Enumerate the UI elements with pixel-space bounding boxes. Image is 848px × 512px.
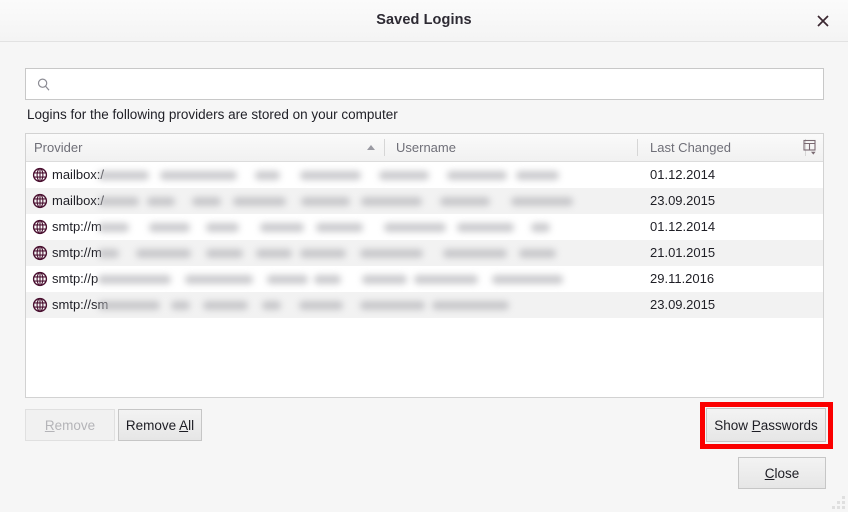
remove-all-button-label: Remove All	[125, 417, 195, 433]
search-input[interactable]	[57, 69, 817, 99]
cell-provider: smtp://p	[52, 271, 99, 286]
remove-button[interactable]: Remove	[25, 409, 115, 441]
cell-provider: smtp://m	[52, 219, 102, 234]
column-header-username[interactable]: Username	[396, 140, 456, 155]
redacted-overlay	[98, 293, 588, 317]
search-icon	[36, 77, 52, 93]
globe-icon	[32, 271, 48, 287]
globe-icon	[32, 297, 48, 313]
saved-logins-dialog: Saved Logins Logins for the following pr…	[0, 0, 848, 512]
logins-list: Provider Username Last Changed mailbox:/…	[25, 133, 824, 398]
table-row[interactable]: mailbox:/ 01.12.2014	[26, 162, 823, 188]
column-header-provider[interactable]: Provider	[34, 140, 82, 155]
table-row[interactable]: smtp://m 21.01.2015	[26, 240, 823, 266]
globe-icon	[32, 167, 48, 183]
redacted-overlay	[98, 189, 588, 213]
table-row[interactable]: smtp://sm 23.09.2015	[26, 292, 823, 318]
redacted-overlay	[98, 215, 588, 239]
cell-last-changed: 01.12.2014	[650, 167, 716, 182]
table-row[interactable]: smtp://p 29.11.2016	[26, 266, 823, 292]
column-header-last-changed[interactable]: Last Changed	[650, 140, 731, 155]
table-body: mailbox:/01.12.2014 mailbox:/23.09.2015 sm…	[26, 162, 823, 397]
cell-last-changed: 23.09.2015	[650, 297, 716, 312]
close-button[interactable]: Close	[738, 457, 826, 489]
cell-last-changed: 01.12.2014	[650, 219, 716, 234]
redacted-overlay	[98, 163, 588, 187]
cell-last-changed: 29.11.2016	[650, 271, 715, 286]
cell-provider: mailbox:/	[52, 193, 105, 208]
resize-grip[interactable]	[831, 495, 845, 509]
column-chooser-icon[interactable]	[802, 139, 818, 156]
globe-icon	[32, 219, 48, 235]
cell-last-changed: 23.09.2015	[650, 193, 716, 208]
title-bar: Saved Logins	[0, 0, 848, 42]
column-divider[interactable]	[384, 139, 385, 156]
globe-icon	[32, 245, 48, 261]
sort-ascending-triangle-icon	[367, 145, 375, 150]
show-passwords-button[interactable]: Show Passwords	[706, 408, 826, 442]
page-title: Saved Logins	[376, 12, 472, 28]
cell-provider: mailbox:/	[52, 167, 105, 182]
close-icon[interactable]	[808, 6, 838, 36]
redacted-overlay	[98, 241, 588, 265]
show-passwords-button-label: Show Passwords	[714, 417, 818, 433]
cell-last-changed: 21.01.2015	[650, 245, 716, 260]
table-header: Provider Username Last Changed	[26, 134, 823, 162]
column-divider[interactable]	[637, 139, 638, 156]
table-row[interactable]: mailbox:/ 23.09.2015	[26, 188, 823, 214]
remove-button-label: Remove	[44, 417, 96, 433]
description-label: Logins for the following providers are s…	[27, 107, 398, 122]
close-button-label: Close	[764, 465, 800, 481]
remove-all-button[interactable]: Remove All	[118, 409, 202, 441]
globe-icon	[32, 193, 48, 209]
cell-provider: smtp://m	[52, 245, 102, 260]
cell-provider: smtp://sm	[52, 297, 109, 312]
search-box[interactable]	[25, 68, 824, 100]
table-row[interactable]: smtp://m 01.12.2014	[26, 214, 823, 240]
redacted-overlay	[98, 267, 588, 291]
